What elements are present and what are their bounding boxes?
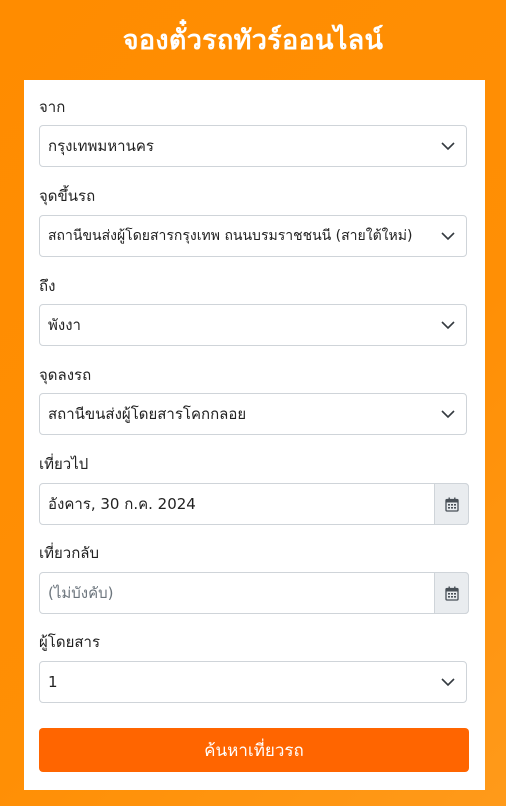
depart-date-field: อังคาร, 30 ก.ค. 2024 [39,483,469,525]
to-label: ถึง [39,277,56,295]
to-select-value: พังงา [48,316,81,334]
page-title: จองตั๋วรถทัวร์ออนไลน์ [122,25,384,56]
chevron-down-icon [430,662,466,702]
passengers-label: ผู้โดยสาร [39,633,101,651]
depart-date-value: อังคาร, 30 ก.ค. 2024 [48,495,196,513]
boarding-label: จุดขึ้นรถ [39,187,96,205]
return-label: เที่ยวกลับ [39,544,100,562]
passengers-select[interactable]: 1 [39,661,467,703]
dropoff-select[interactable]: สถานีขนส่งผู้โดยสารโคกกลอย [39,393,467,435]
return-date-input[interactable]: (ไม่บังคับ) [40,573,436,613]
boarding-select[interactable]: สถานีขนส่งผู้โดยสารกรุงเทพ ถนนบรมราชชนนี… [39,215,467,257]
chevron-down-icon [430,305,466,345]
dropoff-select-value: สถานีขนส่งผู้โดยสารโคกกลอย [48,405,247,423]
booking-form: จาก กรุงเทพมหานคร จุดขึ้นรถ สถานีขนส่งผู… [24,80,485,790]
depart-label: เที่ยวไป [39,455,89,473]
chevron-down-icon [430,126,466,166]
chevron-down-icon [430,394,466,434]
chevron-down-icon [430,216,466,256]
depart-calendar-button[interactable] [434,483,469,525]
from-select-value: กรุงเทพมหานคร [48,137,154,155]
from-label: จาก [39,98,66,116]
depart-date-input[interactable]: อังคาร, 30 ก.ค. 2024 [40,484,436,524]
calendar-icon [444,497,459,512]
return-date-field: (ไม่บังคับ) [39,572,469,614]
from-select[interactable]: กรุงเทพมหานคร [39,125,467,167]
return-calendar-button[interactable] [434,572,469,614]
to-select[interactable]: พังงา [39,304,467,346]
passengers-select-value: 1 [48,673,58,691]
calendar-icon [444,586,459,601]
dropoff-label: จุดลงรถ [39,366,92,384]
boarding-select-value: สถานีขนส่งผู้โดยสารกรุงเทพ ถนนบรมราชชนนี… [48,228,413,244]
search-trips-button[interactable]: ค้นหาเที่ยวรถ [39,728,469,772]
return-date-placeholder: (ไม่บังคับ) [48,584,114,602]
